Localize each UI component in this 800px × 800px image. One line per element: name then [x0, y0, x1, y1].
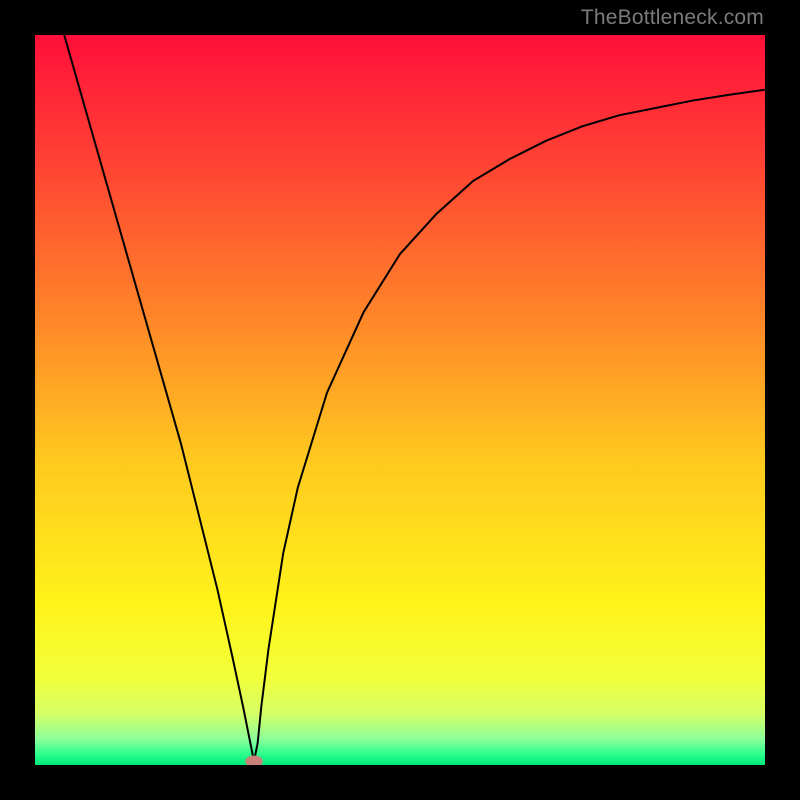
- gradient-background: [35, 35, 765, 765]
- watermark-text: TheBottleneck.com: [581, 6, 764, 30]
- plot-area: [35, 35, 765, 765]
- bottleneck-chart: [35, 35, 765, 765]
- chart-frame: TheBottleneck.com: [0, 0, 800, 800]
